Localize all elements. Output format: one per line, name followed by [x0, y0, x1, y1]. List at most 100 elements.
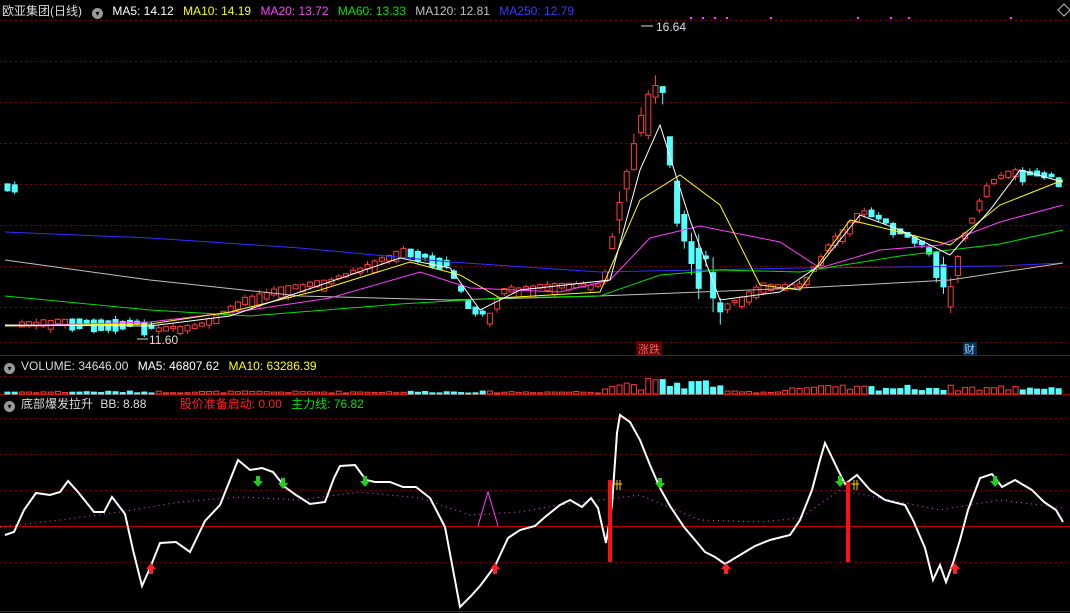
down-arrow-icon — [253, 476, 263, 487]
candle-body — [724, 303, 731, 311]
volume-bar — [537, 392, 544, 395]
volume-bar — [710, 386, 717, 395]
volume-bar — [810, 386, 817, 395]
volume-bar — [551, 391, 558, 395]
volume-bar — [796, 388, 803, 395]
volume-bar — [688, 381, 695, 395]
volume-bar — [962, 387, 969, 395]
low-price-label: 11.60 — [149, 333, 178, 347]
volume-bar — [544, 391, 551, 395]
ma20-line — [4, 204, 1064, 327]
volume-bar — [198, 390, 205, 395]
candle-body — [1048, 173, 1055, 178]
volume-bar — [234, 391, 241, 395]
volume-bar — [119, 392, 126, 395]
ma10-line — [4, 174, 1064, 327]
event-marker-1[interactable]: 涨跌 — [636, 341, 662, 356]
volume-bar — [155, 390, 162, 395]
high-price-annotation: 16.64 — [641, 20, 686, 34]
candle-body — [868, 209, 875, 218]
volume-bar — [1048, 387, 1055, 395]
volume-bar — [206, 391, 213, 395]
candle-body — [681, 214, 688, 242]
candle-body — [674, 180, 681, 224]
candle-body — [292, 284, 299, 290]
volume-bar — [479, 390, 486, 395]
volume-bar — [400, 391, 407, 395]
volume-bar — [350, 391, 357, 395]
volume-bar — [1041, 388, 1048, 395]
volume-bar — [911, 389, 918, 395]
volume-bar — [609, 385, 616, 395]
volume-bar — [378, 391, 385, 395]
volume-bar — [170, 392, 177, 395]
volume-bar — [220, 392, 227, 395]
volume-bar — [566, 391, 573, 395]
volume-bar — [494, 392, 501, 395]
volume-bar — [256, 390, 263, 395]
volume-bar — [40, 391, 47, 395]
candle-body — [947, 286, 954, 308]
candle-body — [760, 282, 767, 294]
volume-bar — [760, 391, 767, 395]
candle-body — [1005, 170, 1012, 178]
volume-bar — [414, 391, 421, 395]
chart-canvas[interactable]: 16.64 11.60 涨跌 财 — [0, 0, 1070, 613]
volume-bar — [285, 392, 292, 395]
volume-bar — [731, 390, 738, 395]
volume-bar — [998, 385, 1005, 395]
volume-bar — [825, 385, 832, 395]
indicator-main-line — [4, 413, 1064, 610]
volume-bar — [897, 388, 904, 395]
volume-bar — [1005, 389, 1012, 395]
volume-bar — [443, 391, 450, 395]
candle-body — [969, 217, 976, 224]
volume-bar — [990, 387, 997, 395]
event-marker-label: 财 — [964, 342, 975, 356]
volume-bar — [832, 386, 839, 395]
candle-body — [155, 327, 162, 332]
volume-bar — [429, 392, 436, 395]
volume-bar — [465, 392, 472, 395]
event-marker-2[interactable]: 财 — [963, 342, 977, 356]
volume-bar — [674, 382, 681, 395]
volume-bar — [90, 391, 97, 395]
volume-bar — [1034, 388, 1041, 395]
volume-bar — [818, 385, 825, 395]
volume-bar — [184, 392, 191, 395]
candle-body — [429, 255, 436, 268]
event-dots — [690, 17, 1012, 19]
volume-bar — [623, 382, 630, 395]
volume-bar — [141, 391, 148, 395]
volume-bar — [522, 391, 529, 395]
volume-bar — [854, 385, 861, 395]
volume-bar — [76, 391, 83, 395]
volume-bar — [983, 387, 990, 395]
volume-bar — [69, 391, 76, 395]
candle-body — [796, 283, 803, 288]
volume-bar — [746, 390, 753, 395]
moving-averages — [4, 123, 1064, 327]
volume-bar — [681, 388, 688, 395]
candle-body — [731, 300, 738, 304]
candle-body — [839, 229, 846, 243]
volume-bar — [882, 387, 889, 395]
candle-body — [1019, 169, 1026, 183]
high-price-label: 16.64 — [656, 20, 686, 34]
volume-bar — [357, 391, 364, 395]
volume-bar — [890, 388, 897, 395]
volume-bar — [148, 392, 155, 395]
candle-body — [515, 287, 522, 298]
candle-body — [450, 270, 457, 279]
volume-bar — [342, 392, 349, 395]
volume-bar — [393, 392, 400, 395]
candle-body — [616, 201, 623, 221]
candle-body — [191, 324, 198, 330]
volume-bar — [335, 390, 342, 395]
candle-body — [249, 295, 256, 308]
launch-signal-bar — [608, 480, 612, 562]
volume-bar — [134, 392, 141, 395]
volume-bar — [450, 391, 457, 395]
volume-bar — [1055, 388, 1062, 395]
diamond-icon[interactable] — [1057, 3, 1070, 17]
